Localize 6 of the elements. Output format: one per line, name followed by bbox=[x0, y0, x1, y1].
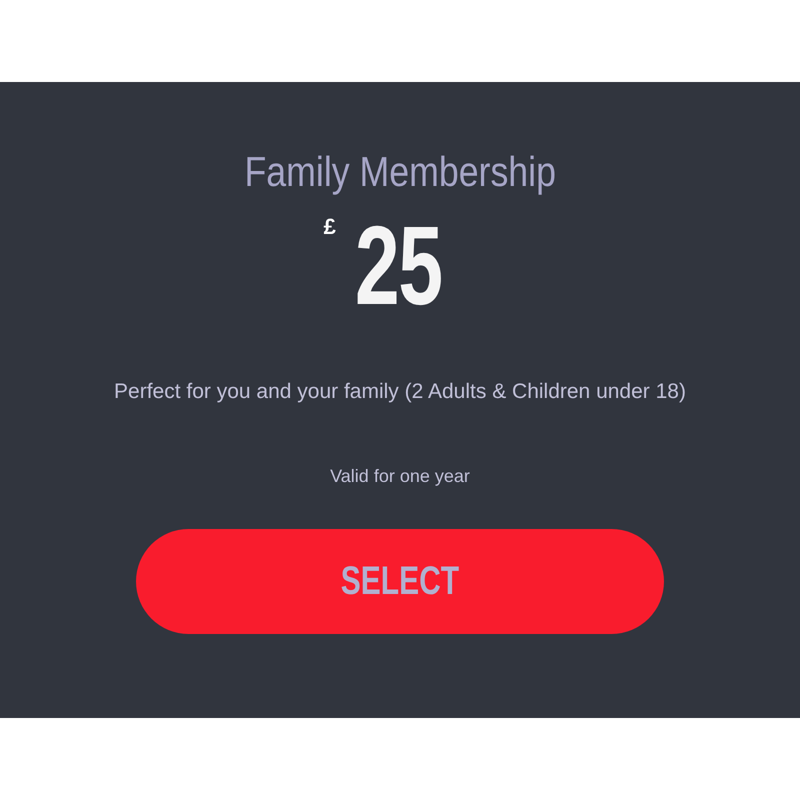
currency-symbol: £ bbox=[324, 214, 336, 240]
validity-text: Valid for one year bbox=[330, 466, 470, 487]
plan-description: Perfect for you and your family (2 Adults & Children under 18) bbox=[114, 380, 686, 404]
price: 25 bbox=[354, 210, 442, 322]
select-button[interactable]: SELECT bbox=[136, 529, 664, 634]
plan-title: Family Membership bbox=[244, 148, 556, 196]
